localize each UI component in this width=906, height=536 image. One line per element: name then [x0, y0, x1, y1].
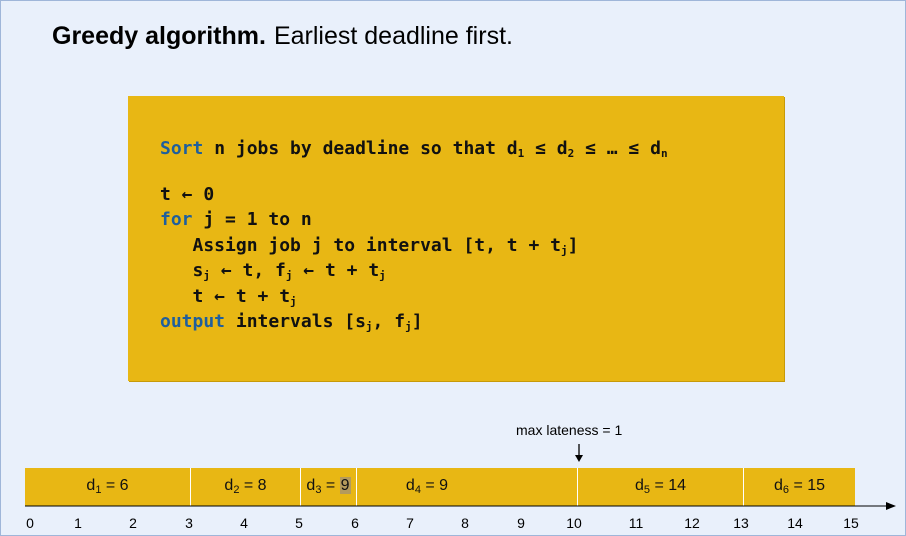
- axis-tick: 15: [843, 515, 859, 531]
- axis-tick: 7: [406, 515, 414, 531]
- axis-tick: 13: [733, 515, 749, 531]
- slide-title: Greedy algorithm. Earliest deadline first…: [52, 22, 513, 51]
- code-line-output: output intervals [sj, fj]: [160, 311, 423, 333]
- axis-tick: 3: [185, 515, 193, 531]
- axis-tick: 4: [240, 515, 248, 531]
- axis-tick: 5: [295, 515, 303, 531]
- axis-tick: 9: [517, 515, 525, 531]
- code-line-assign: Assign job j to interval [t, t + tj]: [160, 234, 579, 257]
- code-line-for: for j = 1 to n: [160, 209, 312, 230]
- title-rest: Earliest deadline first.: [273, 22, 513, 50]
- down-arrow-icon: [575, 444, 583, 462]
- axis-tick: 8: [461, 515, 469, 531]
- title-bold: Greedy algorithm.: [52, 22, 266, 50]
- axis-tick: 1: [74, 515, 82, 531]
- axis-tick: 0: [26, 515, 34, 531]
- code-line-sf: sj ← t, fj ← t + tj: [160, 260, 386, 282]
- axis-tick: 14: [787, 515, 803, 531]
- pseudocode: Sort n jobs by deadline so that d1 ≤ d2 …: [160, 136, 668, 335]
- max-lateness-label: max lateness = 1: [516, 422, 623, 438]
- axis-tick: 2: [129, 515, 137, 531]
- axis-tick: 11: [628, 515, 644, 531]
- pseudocode-box: Sort n jobs by deadline so that d1 ≤ d2 …: [128, 96, 784, 381]
- axis-tick: 6: [351, 515, 359, 531]
- code-line-init: t ← 0: [160, 183, 215, 205]
- code-line-update: t ← t + tj: [160, 285, 297, 308]
- axis-tick: 12: [684, 515, 700, 531]
- axis-tick: 10: [566, 515, 582, 531]
- code-line-sort: Sort n jobs by deadline so that d1 ≤ d2 …: [160, 138, 668, 160]
